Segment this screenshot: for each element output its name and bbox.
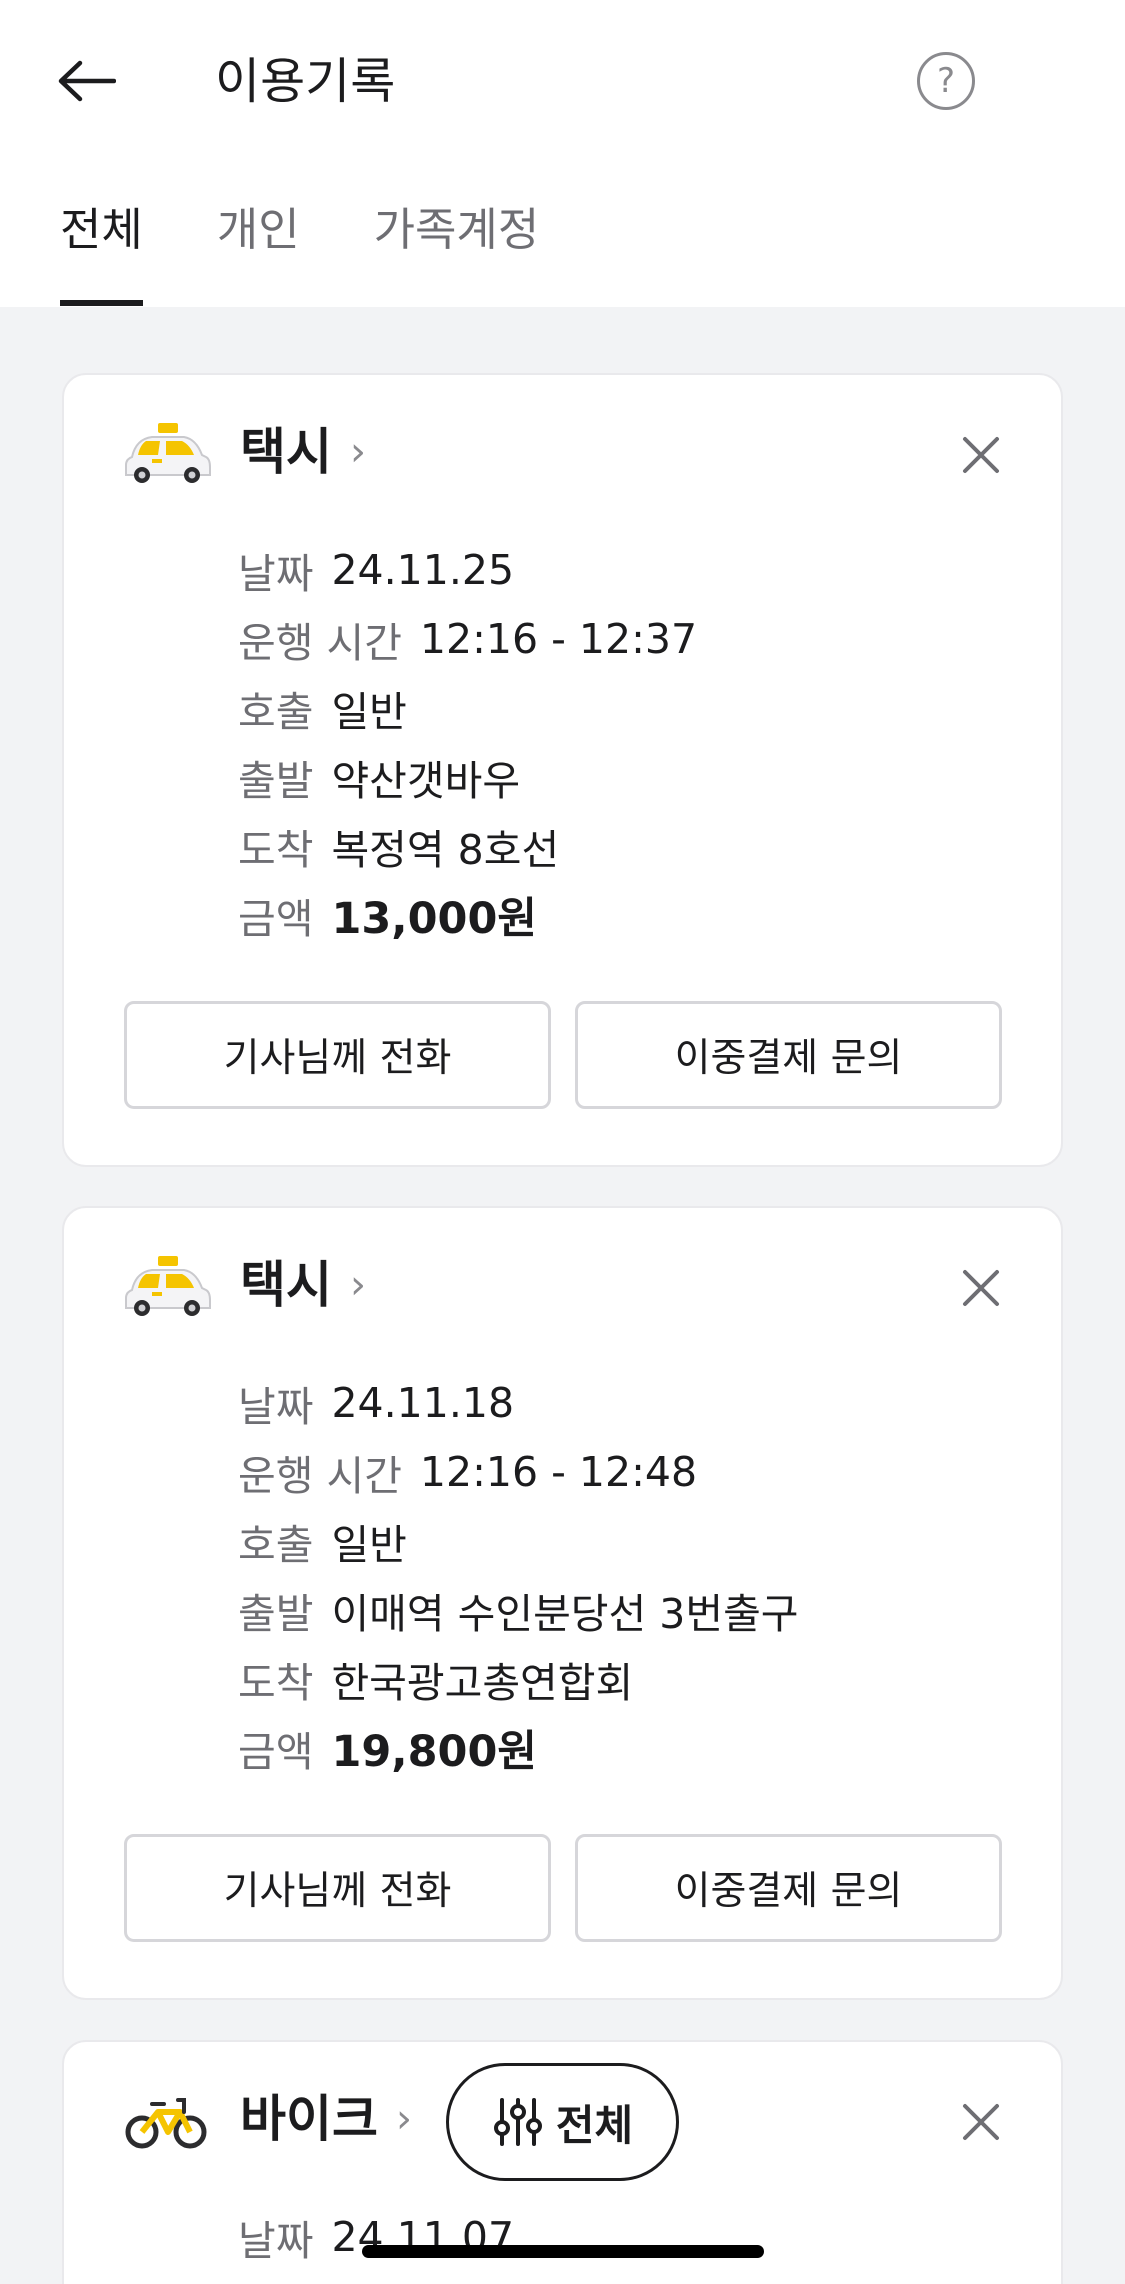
- detail-row: 운행 시간 12:16 - 12:37: [238, 614, 698, 667]
- page-title: 이용기록: [215, 53, 396, 110]
- home-indicator: [362, 2245, 764, 2258]
- record-service-link[interactable]: 바이크 ›: [122, 2084, 412, 2154]
- detail-row-amount: 금액 13,000원: [238, 893, 537, 944]
- filter-button[interactable]: 전체: [446, 2063, 679, 2181]
- arrow-left-icon: [58, 60, 116, 102]
- detail-row: 출발 이매역 수인분당선 3번출구: [238, 1589, 799, 1638]
- record-details: 날짜 24.11.18 운행 시간 12:16 - 12:48 호출 일반 출발 이매역…: [238, 1368, 799, 1782]
- record-actions: 기사님께 전화 이중결제 문의: [124, 1834, 1002, 1942]
- chevron-right-icon: ›: [350, 1262, 366, 1308]
- help-button[interactable]: ?: [917, 52, 975, 110]
- record-service-link[interactable]: 택시 ›: [122, 1250, 366, 1320]
- tab-all[interactable]: 전체: [60, 200, 143, 307]
- top-bar: 이용기록 ? 전체 개인 가족계정: [0, 0, 1125, 307]
- filter-label: 전체: [555, 2100, 634, 2150]
- call-driver-button[interactable]: 기사님께 전화: [124, 1834, 551, 1942]
- service-name: 택시: [240, 423, 332, 481]
- detail-row: 운행 시간 12:16 - 12:48: [238, 1447, 698, 1500]
- double-payment-inquiry-button[interactable]: 이중결제 문의: [575, 1834, 1002, 1942]
- record-service-link[interactable]: 택시 ›: [122, 417, 366, 487]
- call-driver-button[interactable]: 기사님께 전화: [124, 1001, 551, 1109]
- close-icon[interactable]: [959, 1266, 1003, 1310]
- close-icon[interactable]: [959, 433, 1003, 477]
- detail-row: 호출 일반: [238, 1520, 407, 1569]
- taxi-icon: [125, 1256, 211, 1316]
- detail-row: 도착 한국광고총연합회: [238, 1658, 634, 1707]
- service-name: 바이크: [240, 2090, 378, 2148]
- record-card: 택시 › 날짜 24.11.25 운행 시간 12:16 - 12:37 호출 일반 …: [62, 373, 1063, 1167]
- service-name: 택시: [240, 1256, 332, 1314]
- chevron-right-icon: ›: [350, 429, 366, 475]
- detail-row: 날짜 24.11.18: [238, 1378, 515, 1431]
- detail-row: 호출 일반: [238, 687, 407, 736]
- detail-row: 날짜 24.11.07: [238, 2212, 515, 2265]
- record-details: 날짜 24.11.25 운행 시간 12:16 - 12:37 호출 일반 출발 약산갯…: [238, 535, 697, 949]
- back-button[interactable]: [50, 45, 122, 117]
- detail-row: 날짜 24.11.25: [238, 545, 515, 598]
- double-payment-inquiry-button[interactable]: 이중결제 문의: [575, 1001, 1002, 1109]
- header: 이용기록 ?: [0, 0, 1125, 165]
- chevron-right-icon: ›: [396, 2096, 412, 2142]
- bike-icon: [125, 2098, 207, 2149]
- record-card: 택시 › 날짜 24.11.18 운행 시간 12:16 - 12:48 호출 일반 …: [62, 1206, 1063, 2000]
- taxi-icon: [125, 423, 211, 483]
- tab-personal[interactable]: 개인: [217, 200, 300, 307]
- tab-bar: 전체 개인 가족계정: [0, 200, 613, 307]
- sliders-icon: [493, 2098, 542, 2146]
- record-details: 날짜 24.11.07: [238, 2202, 514, 2271]
- record-actions: 기사님께 전화 이중결제 문의: [124, 1001, 1002, 1109]
- tab-family[interactable]: 가족계정: [374, 200, 540, 307]
- close-icon[interactable]: [959, 2100, 1003, 2144]
- detail-row: 출발 약산갯바우: [238, 756, 521, 805]
- detail-row: 도착 복정역 8호선: [238, 825, 560, 874]
- question-mark-icon: ?: [936, 61, 956, 101]
- detail-row-amount: 금액 19,800원: [238, 1726, 537, 1777]
